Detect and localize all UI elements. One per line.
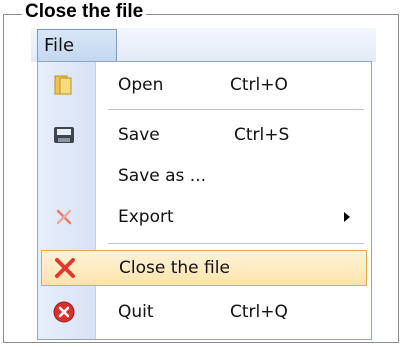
menu-item-label: Open (118, 75, 164, 95)
menu-separator (108, 109, 364, 111)
menu-item-shortcut: Ctrl+S (234, 125, 290, 145)
menu-item-export[interactable]: Export (38, 197, 371, 237)
menu-item-open[interactable]: Open Ctrl+O (38, 65, 371, 105)
menu-item-save[interactable]: Save Ctrl+S (38, 115, 371, 155)
folder-icon (52, 74, 76, 96)
menu-item-label: Save (118, 125, 160, 145)
menu-separator (108, 243, 364, 245)
menu-item-shortcut: Ctrl+O (230, 75, 288, 95)
submenu-arrow-icon (344, 212, 350, 222)
quit-icon (52, 301, 76, 323)
menu-item-label: Quit (118, 302, 154, 322)
menu-item-shortcut: Ctrl+Q (230, 302, 288, 322)
menu-item-label: Close the file (119, 258, 230, 278)
menu-item-label: Export (118, 207, 174, 227)
export-icon (52, 206, 76, 228)
menu-item-save-as[interactable]: Save as ... (38, 156, 371, 196)
menu-item-close-file[interactable]: Close the file (41, 250, 367, 286)
close-icon (53, 257, 77, 279)
menu-item-label: Save as ... (118, 166, 207, 186)
file-menu-button[interactable]: File (37, 29, 117, 62)
menu-item-quit[interactable]: Quit Ctrl+Q (38, 292, 371, 332)
group-legend: Close the file (22, 1, 147, 23)
save-icon (52, 124, 76, 146)
file-menu-dropdown: Open Ctrl+O Save Ctrl+S Save as ... Expo… (37, 61, 372, 340)
